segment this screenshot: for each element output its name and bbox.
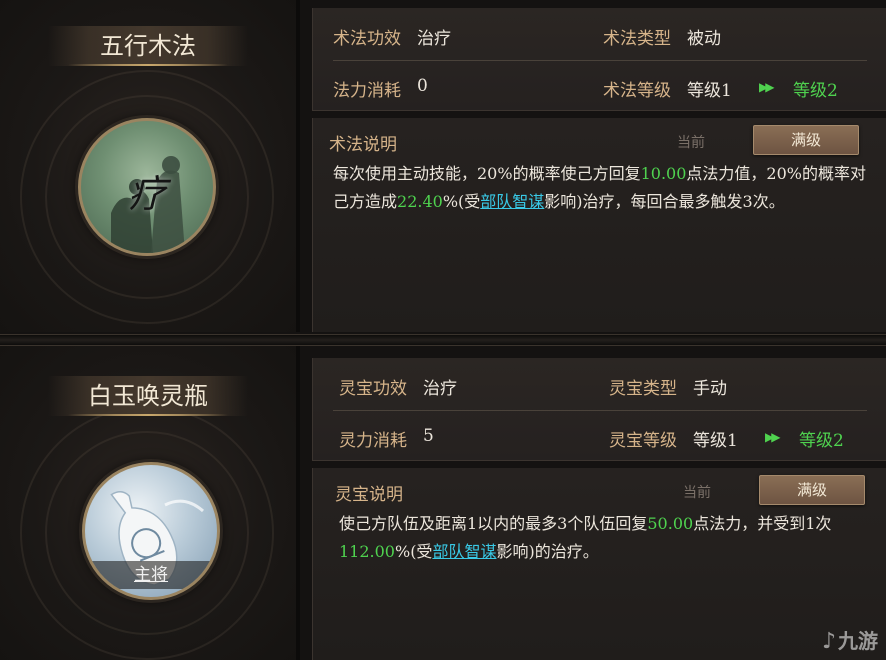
desc-value-highlight: 50.00 [647,514,694,533]
desc-text: 使己方队伍及距离1以内的最多3个队伍回复50.00点法力，并受到1次 112.00… [339,510,873,566]
divider [333,60,867,61]
type-label: 术法类型 [603,29,671,49]
treasure-info-area: 灵宝功效 治疗 灵宝类型 手动 灵力消耗 5 灵宝等级 等级1 ▶▶ 等级2 灵… [300,346,886,660]
level-value: 等级1 [687,81,732,101]
desc-title: 术法说明 [329,135,397,155]
treasure-attributes: 灵宝功效 治疗 灵宝类型 手动 灵力消耗 5 灵宝等级 等级1 ▶▶ 等级2 [312,358,886,461]
cost-label: 灵力消耗 [339,431,407,451]
skill-panel-wuxing: 五行木法 疗 术法功效 治疗 术法类型 被动 法力消耗 0 术法等级 等级1 ▶… [0,0,886,332]
skill-info-area: 术法功效 治疗 术法类型 被动 法力消耗 0 术法等级 等级1 ▶▶ 等级2 术… [300,0,886,332]
desc-part: %(受 [394,542,433,561]
skill-avatar[interactable]: 疗 [78,118,216,256]
desc-text: 每次使用主动技能，20%的概率使己方回复10.00点法力值，20%的概率对己方造… [333,160,873,216]
desc-part: 影响)的治疗。 [496,542,599,561]
cost-value: 0 [417,76,428,96]
desc-value-highlight: 22.40 [397,192,443,211]
tab-max-level-button[interactable]: 满级 [753,125,859,155]
level-label: 灵宝等级 [609,431,677,451]
tab-max-level-button[interactable]: 满级 [759,475,865,505]
effect-label: 灵宝功效 [339,379,407,399]
type-value: 被动 [687,29,721,49]
cost-label: 法力消耗 [333,81,401,101]
desc-part: 影响)治疗，每回合最多触发3次。 [544,192,785,211]
treasure-portrait-area: 白玉唤灵瓶 主将 [0,346,300,660]
desc-title: 灵宝说明 [335,485,403,505]
skill-detail-page: 五行木法 疗 术法功效 治疗 术法类型 被动 法力消耗 0 术法等级 等级1 ▶… [0,0,886,660]
double-chevron-right-icon: ▶▶ [765,430,781,444]
9game-logo-icon: ♪ [821,629,836,654]
treasure-avatar[interactable]: 主将 [82,462,220,600]
cost-value: 5 [423,426,434,446]
type-label: 灵宝类型 [609,379,677,399]
desc-part: %(受 [442,192,481,211]
double-chevron-right-icon: ▶▶ [759,80,775,94]
type-value: 手动 [693,379,727,399]
treasure-description: 灵宝说明 当前 满级 使己方队伍及距离1以内的最多3个队伍回复50.00点法力，… [312,468,886,660]
desc-part: 每次使用主动技能，20%的概率使己方回复 [333,164,641,183]
level-next-value: 等级2 [799,431,844,451]
treasure-name: 白玉唤灵瓶 [48,376,248,416]
effect-value: 治疗 [417,29,451,49]
effect-label: 术法功效 [333,29,401,49]
level-label: 术法等级 [603,81,671,101]
heal-glyph: 疗 [127,172,166,216]
panel-separator [0,334,886,346]
tab-current[interactable]: 当前 [683,482,711,502]
skill-description: 术法说明 当前 满级 每次使用主动技能，20%的概率使己方回复10.00点法力值… [312,118,886,332]
commander-tag: 主将 [85,561,217,589]
effect-value: 治疗 [423,379,457,399]
skill-name: 五行木法 [48,26,248,66]
level-next-value: 等级2 [793,81,838,101]
troop-wisdom-link[interactable]: 部队智谋 [480,192,544,211]
skill-panel-vase: 白玉唤灵瓶 主将 灵宝功效 治疗 灵宝类型 手动 灵力消耗 5 灵宝等级 等级1… [0,346,886,660]
desc-value-highlight: 112.00 [339,542,395,561]
skill-portrait-area: 五行木法 疗 [0,0,300,332]
watermark-text: 九游 [838,629,878,653]
tab-current[interactable]: 当前 [677,132,705,152]
divider [333,410,867,411]
skill-attributes: 术法功效 治疗 术法类型 被动 法力消耗 0 术法等级 等级1 ▶▶ 等级2 [312,8,886,111]
desc-part: 点法力，并受到1次 [693,514,832,533]
desc-part: 使己方队伍及距离1以内的最多3个队伍回复 [339,514,648,533]
watermark-logo: ♪ 九游 [822,625,878,654]
troop-wisdom-link[interactable]: 部队智谋 [432,542,496,561]
level-value: 等级1 [693,431,738,451]
desc-value-highlight: 10.00 [640,164,687,183]
